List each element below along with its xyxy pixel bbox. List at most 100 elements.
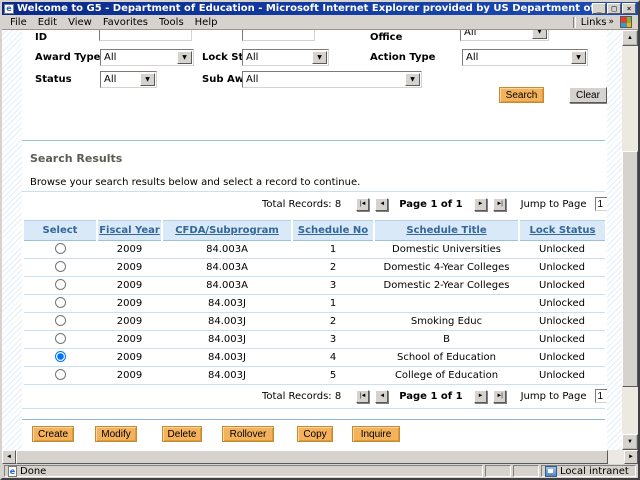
col-header-schedule-title[interactable]: Schedule Title (374, 221, 519, 241)
horizontal-scroll-thumb[interactable] (16, 450, 608, 464)
dropdown-arrow-icon[interactable]: ▼ (177, 51, 192, 64)
results-heading: Search Results (30, 152, 122, 165)
status-select[interactable]: All▼ (100, 71, 157, 88)
scroll-right-icon[interactable]: ► (624, 450, 638, 464)
jump-to-page-input[interactable] (595, 197, 607, 211)
delete-button[interactable]: Delete (162, 426, 202, 442)
schedule-no-cell: 2 (292, 313, 374, 331)
office-label: Office (370, 32, 402, 43)
status-label: Status (35, 74, 72, 85)
scroll-left-icon[interactable]: ◄ (2, 450, 16, 464)
col-header-cfda-subprogram[interactable]: CFDA/Subprogram (162, 221, 292, 241)
dropdown-arrow-icon[interactable]: ▼ (571, 51, 586, 64)
action-type-select[interactable]: All▼ (462, 49, 588, 66)
vertical-scrollbar[interactable]: ▲ ▼ (622, 30, 638, 450)
dropdown-arrow-icon[interactable]: ▼ (405, 73, 420, 86)
schedule-title-cell: Domestic 2-Year Colleges (374, 277, 519, 295)
create-button[interactable]: Create (32, 426, 74, 442)
lock-status-cell: Unlocked (519, 241, 605, 259)
fiscal-year-cell: 2009 (97, 295, 162, 313)
copy-button[interactable]: Copy (297, 426, 333, 442)
local-intranet-icon (545, 466, 557, 477)
cfda-cell: 84.003A (162, 277, 292, 295)
table-row: 2009 84.003A 2 Domestic 4-Year Colleges … (24, 259, 605, 277)
fiscal-year-cell: 2009 (97, 259, 162, 277)
menu-favorites[interactable]: Favorites (103, 17, 148, 28)
close-button[interactable]: × (622, 3, 636, 14)
dropdown-arrow-icon[interactable]: ▼ (532, 30, 547, 39)
row-select-radio[interactable] (55, 369, 66, 380)
table-row: 2009 84.003J 5 College of Education Unlo… (24, 367, 605, 385)
status-bar: e Done Local intranet (2, 464, 638, 478)
row-select-radio[interactable] (55, 315, 66, 326)
schedule-title-cell (374, 295, 519, 313)
pagination-top: Total Records: 8 |◄ ◄ Page 1 of 1 ► ►| J… (262, 196, 607, 212)
cfda-cell: 84.003J (162, 367, 292, 385)
rollover-button[interactable]: Rollover (222, 426, 274, 442)
col-header-schedule-no[interactable]: Schedule No (292, 221, 374, 241)
dropdown-arrow-icon[interactable]: ▼ (312, 51, 327, 64)
schedule-title-cell: Domestic 4-Year Colleges (374, 259, 519, 277)
row-select-radio[interactable] (55, 279, 66, 290)
menu-edit[interactable]: Edit (38, 17, 57, 28)
links-toolbar[interactable]: Links (581, 17, 607, 28)
row-select-radio[interactable] (55, 297, 66, 308)
lock-status-cell: Unlocked (519, 259, 605, 277)
total-records-label: Total Records: 8 (262, 391, 341, 402)
menu-bar: File Edit View Favorites Tools Help Link… (2, 15, 638, 30)
schedule-title-cell: Domestic Universities (374, 241, 519, 259)
restore-button[interactable]: □ (607, 3, 621, 14)
first-page-button[interactable]: |◄ (356, 390, 369, 403)
last-page-button[interactable]: ►| (493, 198, 506, 211)
menu-help[interactable]: Help (195, 17, 218, 28)
sub-award-type-select[interactable]: All▼ (242, 71, 422, 88)
office-select[interactable]: All▼ (460, 30, 549, 41)
browser-window: e Welcome to G5 - Department of Educatio… (0, 0, 640, 480)
menu-file[interactable]: File (10, 17, 27, 28)
clear-button[interactable]: Clear (569, 87, 607, 103)
first-page-button[interactable]: |◄ (356, 198, 369, 211)
divider (22, 408, 605, 409)
row-select-radio[interactable] (55, 351, 66, 362)
header-row: Select Fiscal Year CFDA/Subprogram Sched… (24, 221, 605, 241)
table-row: 2009 84.003J 1 Unlocked (24, 295, 605, 313)
scroll-down-icon[interactable]: ▼ (622, 434, 638, 450)
search-button[interactable]: Search (499, 87, 544, 103)
row-select-radio[interactable] (55, 261, 66, 272)
schedule-no-cell: 3 (292, 277, 374, 295)
prev-page-button[interactable]: ◄ (375, 198, 388, 211)
dropdown-arrow-icon[interactable]: ▼ (140, 73, 155, 86)
last-page-button[interactable]: ►| (493, 390, 506, 403)
chevron-icon[interactable]: » (608, 17, 614, 27)
menu-view[interactable]: View (68, 17, 92, 28)
next-page-button[interactable]: ► (474, 390, 487, 403)
scroll-up-icon[interactable]: ▲ (622, 30, 638, 46)
table-row: 2009 84.003J 2 Smoking Educ Unlocked (24, 313, 605, 331)
menu-tools[interactable]: Tools (159, 17, 184, 28)
vertical-scroll-thumb[interactable] (622, 151, 638, 387)
minimize-button[interactable]: _ (592, 3, 606, 14)
cfda-cell: 84.003J (162, 331, 292, 349)
lock-status-cell: Unlocked (519, 313, 605, 331)
prev-page-button[interactable]: ◄ (375, 390, 388, 403)
inquire-button[interactable]: Inquire (352, 426, 400, 442)
divider (22, 419, 605, 420)
modify-button[interactable]: Modify (95, 426, 137, 442)
page-indicator: Page 1 of 1 (399, 199, 462, 210)
next-page-button[interactable]: ► (474, 198, 487, 211)
ie-document-icon: e (8, 466, 17, 477)
security-zone-panel: Local intranet (541, 465, 636, 477)
lock-status-cell: Unlocked (519, 367, 605, 385)
page-viewport: ID Office All▼ Award Type All▼ Lock Stat… (2, 30, 638, 450)
table-row-selected: 2009 84.003J 4 School of Education Unloc… (24, 349, 605, 367)
jump-to-page-input[interactable] (595, 389, 607, 403)
row-select-radio[interactable] (55, 333, 66, 344)
horizontal-scrollbar[interactable]: ◄ ► (2, 450, 638, 464)
col-header-fiscal-year[interactable]: Fiscal Year (97, 221, 162, 241)
col-header-lock-status[interactable]: Lock Status (519, 221, 605, 241)
secondary-input[interactable] (242, 30, 315, 41)
id-input[interactable] (99, 30, 192, 41)
row-select-radio[interactable] (55, 243, 66, 254)
award-type-select[interactable]: All▼ (100, 49, 194, 66)
lock-status-select[interactable]: All▼ (242, 49, 329, 66)
